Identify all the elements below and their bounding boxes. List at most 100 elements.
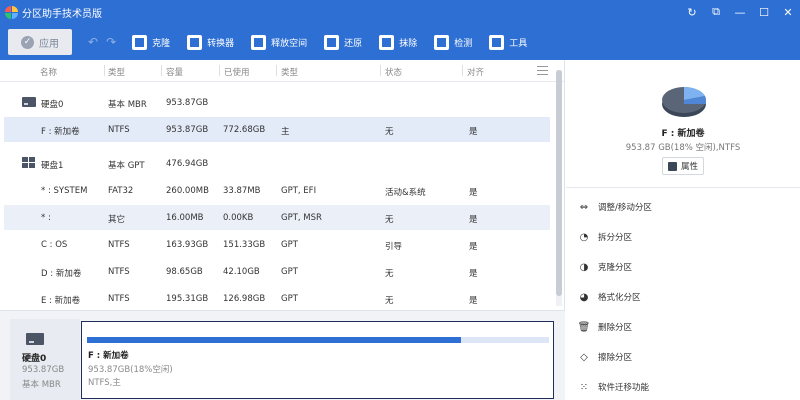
row-fs: GPT, MSR — [281, 213, 322, 223]
wipe-button[interactable]: 抹除 — [379, 34, 418, 50]
restore-button[interactable]: 还原 — [324, 34, 363, 50]
op-label: 拆分分区 — [598, 233, 633, 243]
undo-icon[interactable]: ↶ — [88, 35, 98, 49]
op-label: 擦除分区 — [598, 353, 633, 363]
row-fs: GPT, EFI — [281, 186, 317, 196]
row-capacity: 953.87GB — [166, 98, 209, 108]
eraser-icon: ◇ — [580, 351, 588, 363]
row-name: * : — [41, 213, 51, 223]
usage-bar — [87, 337, 549, 343]
clone-label: 克隆 — [152, 38, 171, 49]
row-capacity: 195.31GB — [166, 294, 209, 304]
table-row[interactable]: * : SYSTEM FAT32 260.00MB 33.87MB GPT, E… — [4, 178, 550, 203]
window-controls: ↻ ⧉ — ☐ ✕ — [680, 0, 800, 24]
op-delete-partition[interactable]: 🗑 删除分区 — [578, 318, 632, 336]
tools-icon — [489, 34, 505, 50]
check-button[interactable]: 检测 — [434, 34, 473, 50]
partition-block-fs: NTFS,主 — [88, 378, 121, 388]
disk-map-disk-card[interactable]: 硬盘0 953.87GB 基本 MBR — [10, 319, 80, 400]
op-resize-partition[interactable]: ⇔ 调整/移动分区 — [578, 198, 652, 216]
disk-map-disk-name: 硬盘0 — [22, 354, 47, 364]
format-icon: ◕ — [579, 291, 589, 303]
column-header-capacity[interactable]: 容量 — [166, 66, 183, 78]
properties-icon — [667, 161, 677, 171]
windows-disk-icon — [22, 157, 35, 169]
op-format-partition[interactable]: ◕ 格式化分区 — [578, 288, 641, 306]
row-name: C : OS — [41, 240, 68, 250]
partition-block-size: 953.87GB(18%空闲) — [88, 365, 173, 375]
maximize-icon[interactable]: ☐ — [752, 0, 776, 24]
close-icon[interactable]: ✕ — [776, 0, 800, 24]
op-wipe-partition[interactable]: ◇ 擦除分区 — [578, 348, 632, 366]
check-label: 检测 — [454, 38, 473, 49]
refresh-icon[interactable]: ↻ — [680, 0, 704, 24]
apply-label: 应用 — [39, 38, 59, 50]
table-row-disk1[interactable]: 硬盘1 基本 GPT 476.94GB — [4, 151, 550, 176]
column-header-used[interactable]: 已使用 — [224, 66, 250, 78]
table-row-hover[interactable]: * : 其它 16.00MB 0.00KB GPT, MSR 无 是 — [4, 205, 550, 230]
undo-redo-group: ↶ ↷ — [88, 35, 124, 49]
row-type: 基本 MBR — [108, 100, 147, 110]
properties-button[interactable]: 属性 — [662, 157, 704, 175]
redo-icon[interactable]: ↷ — [106, 35, 116, 49]
delete-icon: 🗑 — [577, 321, 591, 333]
row-status: 无 — [385, 127, 394, 137]
disk-map-partition-block[interactable]: F : 新加卷 953.87GB(18%空闲) NTFS,主 — [81, 321, 554, 399]
row-name: D : 新加卷 — [41, 269, 82, 279]
row-align: 是 — [469, 242, 478, 252]
selected-partition-info: 953.87 GB(18% 空闲),NTFS — [625, 143, 741, 153]
vertical-scrollbar[interactable] — [556, 70, 562, 306]
right-panel: F : 新加卷 953.87 GB(18% 空闲),NTFS 属性 ⇔ 调整/移… — [566, 60, 800, 400]
column-header-align[interactable]: 对齐 — [467, 66, 484, 78]
row-align: 是 — [469, 215, 478, 225]
check-icon — [434, 34, 450, 50]
row-name: 硬盘0 — [41, 100, 64, 110]
clone-button[interactable]: 克隆 — [132, 34, 171, 50]
wipe-label: 抹除 — [399, 38, 418, 49]
table-row[interactable]: C : OS NTFS 163.93GB 151.33GB GPT 引导 是 — [4, 232, 550, 257]
row-type: NTFS — [108, 267, 130, 277]
row-fs: GPT — [281, 240, 298, 250]
selected-partition-name: F : 新加卷 — [661, 129, 705, 139]
column-header-fs[interactable]: 类型 — [281, 66, 298, 78]
row-used: 772.68GB — [223, 125, 266, 135]
column-header-name[interactable]: 名称 — [40, 66, 57, 78]
disk-map: 硬盘0 953.87GB 基本 MBR F : 新加卷 953.87GB(18%… — [0, 310, 565, 400]
row-used: 151.33GB — [223, 240, 266, 250]
restore-window-icon[interactable]: ⧉ — [704, 0, 728, 24]
op-clone-partition[interactable]: ◑ 克隆分区 — [578, 258, 632, 276]
scrollbar-thumb[interactable] — [556, 70, 562, 296]
row-type: NTFS — [108, 294, 130, 304]
migrate-icon: ⁙ — [579, 381, 589, 393]
disk-map-disk-size: 953.87GB — [22, 365, 65, 375]
row-name: * : SYSTEM — [41, 186, 88, 196]
restore-icon — [324, 34, 340, 50]
table-row[interactable]: D : 新加卷 NTFS 98.65GB 42.10GB GPT 无 是 — [4, 259, 550, 284]
column-header-type[interactable]: 类型 — [108, 66, 125, 78]
row-fs: GPT — [281, 267, 298, 277]
split-icon: ◔ — [579, 231, 589, 243]
op-app-migrate[interactable]: ⁙ 软件迁移功能 — [578, 378, 649, 396]
row-align: 是 — [469, 127, 478, 137]
title-bar: 分区助手技术员版 ↻ ⧉ — ☐ ✕ — [0, 0, 800, 24]
converter-button[interactable]: 转换器 — [187, 34, 234, 50]
op-split-partition[interactable]: ◔ 拆分分区 — [578, 228, 632, 246]
column-header-status[interactable]: 状态 — [385, 66, 402, 78]
table-row-disk0[interactable]: 硬盘0 基本 MBR 953.87GB — [4, 90, 550, 115]
op-label: 调整/移动分区 — [598, 203, 652, 213]
row-status: 无 — [385, 296, 394, 306]
row-capacity: 163.93GB — [166, 240, 209, 250]
free-space-button[interactable]: 释放空间 — [251, 34, 307, 50]
apply-button[interactable]: ✓ 应用 — [8, 29, 72, 55]
column-menu-icon[interactable] — [537, 66, 548, 75]
op-label: 软件迁移功能 — [598, 383, 650, 393]
table-row-selected[interactable]: F : 新加卷 NTFS 953.87GB 772.68GB 主 无 是 — [4, 117, 550, 142]
resize-icon: ⇔ — [579, 201, 589, 213]
tools-button[interactable]: 工具 — [489, 34, 527, 50]
partition-block-name: F : 新加卷 — [88, 351, 129, 361]
table-row[interactable]: E : 新加卷 NTFS 195.31GB 126.98GB GPT 无 是 — [4, 286, 550, 311]
row-capacity: 260.00MB — [166, 186, 209, 196]
minimize-icon[interactable]: — — [728, 0, 752, 24]
restore-label: 还原 — [344, 38, 363, 49]
row-align: 是 — [469, 269, 478, 279]
